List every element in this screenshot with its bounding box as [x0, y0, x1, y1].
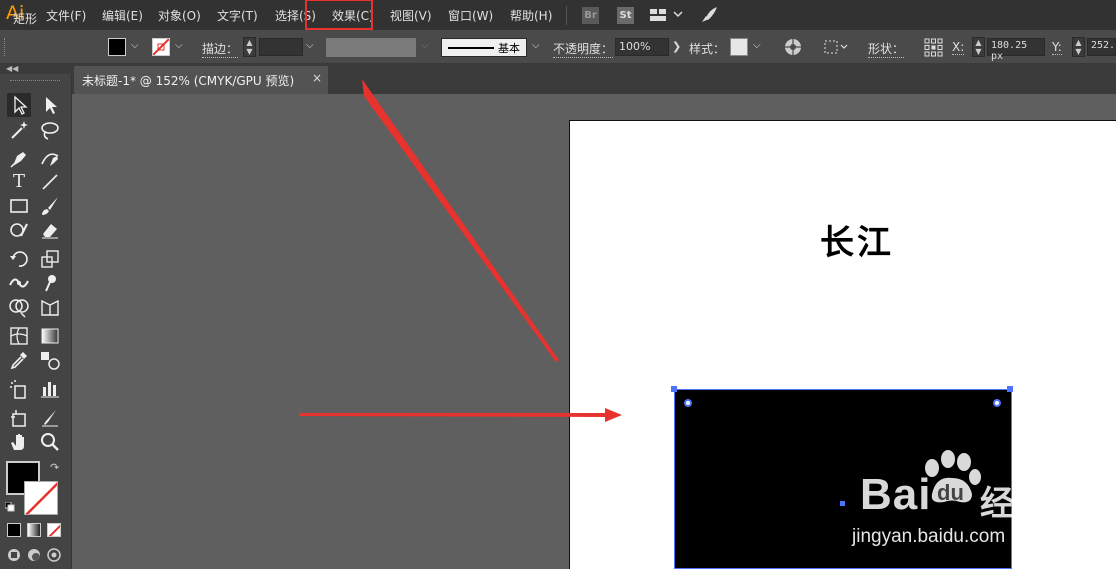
watermark-paw-text: du — [937, 480, 964, 505]
arrow-to-artboard — [299, 408, 622, 422]
watermark-url: jingyan.baidu.com — [852, 526, 1006, 547]
arrow-to-effect-menu — [362, 79, 559, 362]
watermark-brand: Bai — [860, 470, 932, 519]
watermark-brand-cn: 经验 — [980, 484, 1048, 524]
